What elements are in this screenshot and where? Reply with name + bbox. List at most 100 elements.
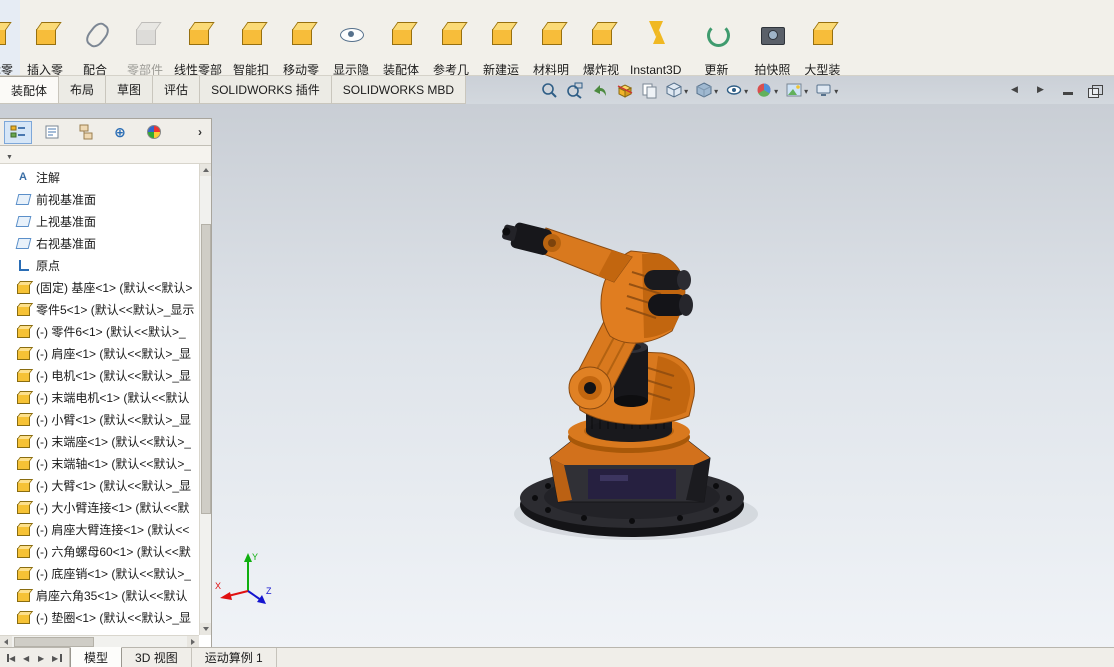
ribbon-button[interactable]: 材料明 细表	[526, 0, 576, 75]
tree-item[interactable]: 前视基准面	[0, 188, 199, 210]
tree-vertical-scrollbar[interactable]	[199, 164, 211, 635]
tree-item[interactable]: (-) 末端轴<1> (默认<<默认>_	[0, 452, 199, 474]
ribbon-button[interactable]: 新建运 动算例	[476, 0, 526, 75]
tree-item[interactable]: 注解	[0, 166, 199, 188]
ribbon-button-icon	[755, 16, 789, 50]
section-view-button[interactable]	[613, 80, 636, 101]
tree-item[interactable]: (-) 底座销<1> (默认<<默认>_	[0, 562, 199, 584]
tree-item[interactable]: 肩座六角35<1> (默认<<默认	[0, 584, 199, 606]
tree-item[interactable]: 上视基准面	[0, 210, 199, 232]
ribbon-button[interactable]: 零部件 预览窗	[120, 0, 170, 75]
ribbon-button[interactable]: Instant3D	[626, 0, 685, 75]
scroll-up-button[interactable]	[200, 164, 211, 176]
tree-item[interactable]: (-) 大臂<1> (默认<<默认>_显	[0, 474, 199, 496]
document-tab[interactable]: 运动算例 1	[192, 648, 277, 667]
ribbon-button[interactable]: 装配体 特征	[376, 0, 426, 75]
first-tab-button[interactable]	[7, 653, 17, 663]
hide-show-items-button[interactable]	[723, 80, 751, 101]
ribbon-button[interactable]: 编辑零 部件	[0, 0, 20, 75]
ribbon-button[interactable]: 插入零 部件	[20, 0, 70, 75]
command-tab[interactable]: SOLIDWORKS MBD	[332, 76, 467, 103]
ribbon-button[interactable]: 参考几 何体	[426, 0, 476, 75]
ribbon-button[interactable]: 移动零 部件	[276, 0, 326, 75]
tree-item-icon	[16, 390, 31, 404]
tree-item-label: (-) 末端座<1> (默认<<默认>_	[36, 434, 192, 449]
scroll-left-button[interactable]	[0, 636, 12, 647]
ribbon-button-icon	[484, 16, 518, 50]
tree-horizontal-scrollbar[interactable]	[0, 635, 199, 647]
tree-item[interactable]: (-) 零件6<1> (默认<<默认>_	[0, 320, 199, 342]
scroll-down-button[interactable]	[200, 623, 211, 635]
ribbon-button-label: 参考几 何体	[433, 63, 470, 76]
tree-item[interactable]: (-) 肩座大臂连接<1> (默认<<	[0, 518, 199, 540]
document-tab[interactable]: 模型	[70, 647, 123, 667]
zoom-area-button[interactable]	[563, 80, 586, 101]
tree-item[interactable]: (-) 末端电机<1> (默认<<默认	[0, 386, 199, 408]
tree-item[interactable]: 零件5<1> (默认<<默认>_显示	[0, 298, 199, 320]
tree-item[interactable]: (-) 电机<1> (默认<<默认>_显	[0, 364, 199, 386]
scrollbar-thumb[interactable]	[14, 637, 94, 647]
tree-item[interactable]: (-) 垫圈<1> (默认<<默认>_显	[0, 606, 199, 628]
ribbon-button[interactable]: 大型装 配体模 式	[797, 0, 847, 75]
tree-item[interactable]: (-) 肩座<1> (默认<<默认>_显	[0, 342, 199, 364]
command-tab[interactable]: 布局	[59, 76, 107, 103]
tree-item-label: 注解	[36, 170, 61, 185]
last-tab-button[interactable]	[52, 653, 62, 663]
ribbon-button[interactable]: 配合	[70, 0, 120, 76]
command-tab[interactable]: 评估	[153, 76, 201, 103]
command-tab[interactable]: SOLIDWORKS 插件	[200, 76, 332, 103]
tab-feature-tree[interactable]	[4, 120, 32, 144]
command-tab[interactable]: 装配体	[0, 76, 60, 103]
previous-tab-button[interactable]	[22, 653, 32, 663]
ribbon-button[interactable]: 智能扣 件	[226, 0, 276, 75]
restore-button[interactable]	[1086, 83, 1104, 98]
tree-item[interactable]: 右视基准面	[0, 232, 199, 254]
minimize-button[interactable]	[1060, 83, 1078, 98]
ribbon-button[interactable]: 线性零部 件阵列	[170, 0, 226, 75]
ribbon-button-label: 新建运 动算例	[483, 63, 520, 76]
display-style-button[interactable]	[693, 80, 721, 101]
ribbon-button-label: 材料明 细表	[533, 63, 570, 76]
next-window-button[interactable]	[1034, 83, 1052, 98]
apply-scene-button[interactable]	[783, 80, 811, 101]
flyout-caret-icon[interactable]	[6, 148, 13, 162]
ribbon-button[interactable]: 拍快照	[747, 0, 797, 75]
view-settings-button[interactable]	[813, 80, 841, 101]
tab-configuration-manager[interactable]	[72, 121, 100, 144]
tree-item-label: (-) 末端轴<1> (默认<<默认>_	[36, 456, 192, 471]
edit-appearance-button[interactable]	[753, 80, 781, 101]
tab-display-manager[interactable]	[140, 121, 168, 144]
command-tab[interactable]: 草图	[106, 76, 154, 103]
tree-item-label: 前视基准面	[36, 192, 97, 207]
scroll-right-button[interactable]	[187, 636, 199, 647]
tab-property-manager[interactable]	[38, 121, 66, 144]
command-manager-ribbon: 编辑零 部件 插入零 部件 配合 零部件 预览窗	[0, 0, 1114, 76]
ribbon-button[interactable]: 更新 Speedpak	[685, 0, 747, 75]
zoom-fit-button[interactable]	[538, 80, 561, 101]
tree-item[interactable]: (-) 六角螺母60<1> (默认<<默	[0, 540, 199, 562]
tree-item[interactable]: (-) 小臂<1> (默认<<默认>_显	[0, 408, 199, 430]
ribbon-button-label: 更新 Speedpak	[704, 63, 729, 76]
previous-window-button[interactable]	[1008, 83, 1026, 98]
tree-item[interactable]: (固定) 基座<1> (默认<<默认>	[0, 276, 199, 298]
viewport-canvas[interactable]: Y X Z	[212, 104, 1114, 647]
tree-item[interactable]: (-) 大小臂连接<1> (默认<<默	[0, 496, 199, 518]
robot-arm-model	[502, 222, 758, 540]
tree-item[interactable]: 原点	[0, 254, 199, 276]
ribbon-button[interactable]: 爆炸视 图	[576, 0, 626, 75]
viewport-top-band	[466, 76, 1114, 104]
previous-view-button[interactable]	[588, 80, 611, 101]
chevron-down-icon	[803, 83, 808, 97]
panel-expand-chevron-icon[interactable]	[193, 125, 207, 139]
view-orientation-button[interactable]	[663, 80, 691, 101]
tree-item[interactable]: (-) 末端座<1> (默认<<默认>_	[0, 430, 199, 452]
tab-dimxpert-manager[interactable]: ⊕	[106, 121, 134, 144]
scrollbar-thumb[interactable]	[201, 224, 211, 514]
ribbon-button[interactable]: 显示隐 藏的零 部件	[326, 0, 376, 75]
heads-up-view-toolbar	[538, 80, 841, 101]
next-tab-button[interactable]	[37, 653, 47, 663]
ribbon-button-icon	[434, 16, 468, 50]
document-tab[interactable]: 3D 视图	[122, 648, 192, 667]
annotation-views-button[interactable]	[638, 80, 661, 101]
ribbon-button-label: Instant3D	[630, 63, 682, 76]
